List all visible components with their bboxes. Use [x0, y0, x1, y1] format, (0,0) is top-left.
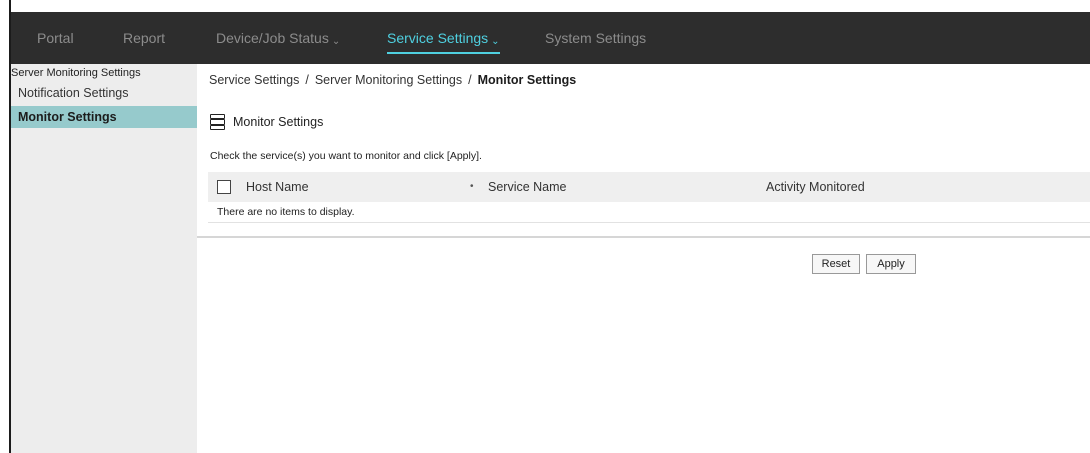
reset-button[interactable]: Reset: [812, 254, 860, 274]
section-title: Monitor Settings: [210, 114, 323, 130]
table-empty-message: There are no items to display.: [208, 202, 1090, 223]
nav-portal[interactable]: Portal: [37, 12, 74, 64]
apply-button[interactable]: Apply: [866, 254, 916, 274]
divider: [197, 236, 1090, 238]
breadcrumb-separator: /: [468, 73, 472, 87]
chevron-down-icon: ⌄: [331, 36, 341, 47]
server-icon: [210, 114, 225, 130]
breadcrumb-item-monitor-settings: Monitor Settings: [477, 73, 577, 87]
nav-service-settings[interactable]: Service Settings ⌄: [387, 12, 500, 64]
nav-device-job-status[interactable]: Device/Job Status ⌄: [216, 12, 340, 64]
breadcrumb-item-server-monitoring-settings[interactable]: Server Monitoring Settings: [315, 73, 462, 87]
main-content: Service Settings / Server Monitoring Setti…: [197, 64, 1090, 453]
column-activity-monitored[interactable]: Activity Monitored: [766, 172, 865, 202]
sidebar-item-monitor-settings[interactable]: Monitor Settings: [11, 106, 197, 128]
breadcrumb: Service Settings / Server Monitoring Setti…: [209, 73, 576, 87]
chevron-down-icon: ⌄: [491, 36, 500, 47]
sidebar-item-notification-settings[interactable]: Notification Settings: [11, 82, 197, 104]
column-host-name[interactable]: Host Name: [246, 172, 309, 202]
column-service-name[interactable]: Service Name: [488, 172, 567, 202]
breadcrumb-item-service-settings[interactable]: Service Settings: [209, 73, 299, 87]
instruction-text: Check the service(s) you want to monitor…: [210, 150, 482, 162]
nav-report[interactable]: Report: [123, 12, 165, 64]
sort-indicator-icon: •: [470, 181, 474, 192]
sidebar: Server Monitoring Settings Notification …: [11, 64, 197, 453]
select-all-checkbox[interactable]: [217, 180, 231, 194]
section-title-text: Monitor Settings: [233, 115, 324, 129]
sidebar-group-server-monitoring: Server Monitoring Settings: [11, 67, 141, 79]
top-nav-bar: Portal Report Device/Job Status ⌄ Service…: [11, 12, 1090, 64]
nav-system-settings[interactable]: System Settings: [545, 12, 646, 64]
table-header: Host Name • Service Name Activity Monito…: [208, 172, 1090, 202]
breadcrumb-separator: /: [305, 73, 309, 87]
